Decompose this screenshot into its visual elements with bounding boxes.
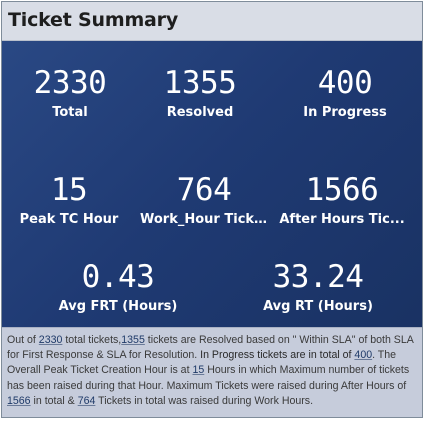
metric-total-label: Total (52, 105, 88, 120)
metric-in-progress-value: 400 (317, 65, 373, 101)
metric-avg-frt-label: Avg FRT (Hours) (58, 299, 178, 314)
metric-peak-tc-hour[interactable]: 15 Peak TC Hour (14, 173, 124, 228)
summary-value-in-progress: 400 (354, 349, 373, 362)
metric-avg-rt-label: Avg RT (Hours) (263, 299, 373, 314)
metric-work-hour-tickets-label: Work_Hour Tick... (140, 212, 268, 227)
summary-text: Out of (7, 334, 39, 346)
metric-work-hour-tickets-value: 764 (176, 172, 232, 208)
card-header: Ticket Summary (2, 2, 422, 41)
metric-total-value: 2330 (33, 65, 107, 101)
summary-text: total tickets, (62, 334, 122, 346)
metric-total[interactable]: 2330 Total (22, 66, 118, 121)
summary-narrative: Out of 2330 total tickets,1355 tickets a… (2, 327, 422, 417)
summary-text: in total & (30, 394, 78, 407)
metric-avg-frt-value: 0.43 (81, 259, 155, 295)
metric-resolved[interactable]: 1355 Resolved (148, 66, 252, 121)
metric-after-hours-tickets-value: 1566 (305, 172, 379, 208)
summary-value-after-hours: 1566 (7, 394, 31, 407)
metric-peak-tc-hour-label: Peak TC Hour (19, 212, 119, 227)
metric-work-hour-tickets[interactable]: 764 Work_Hour Tick... (140, 173, 268, 228)
metric-avg-rt[interactable]: 33.24 Avg RT (Hours) (245, 260, 391, 315)
summary-value-resolved: 1355 (121, 334, 145, 346)
metric-after-hours-tickets[interactable]: 1566 After Hours Tic... (273, 173, 411, 228)
metric-avg-frt[interactable]: 0.43 Avg FRT (Hours) (42, 260, 194, 315)
metric-avg-rt-value: 33.24 (272, 259, 364, 295)
summary-value-work-hours: 764 (77, 394, 96, 407)
summary-value-peak: 15 (192, 364, 205, 377)
card-title: Ticket Summary (8, 9, 179, 31)
summary-value-total: 2330 (38, 334, 63, 346)
metric-after-hours-tickets-label: After Hours Tic... (279, 212, 405, 227)
metric-in-progress[interactable]: 400 In Progress (292, 66, 398, 121)
metric-in-progress-label: In Progress (303, 105, 387, 120)
summary-text: In Progress tickets are in total of (200, 349, 355, 362)
metric-resolved-label: Resolved (166, 105, 234, 120)
summary-text: Tickets in total was raised during Work … (95, 394, 314, 407)
ticket-summary-card: Ticket Summary 2330 Total 1355 Resolved … (1, 1, 423, 418)
metric-resolved-value: 1355 (163, 65, 237, 101)
metric-peak-tc-hour-value: 15 (50, 172, 88, 208)
